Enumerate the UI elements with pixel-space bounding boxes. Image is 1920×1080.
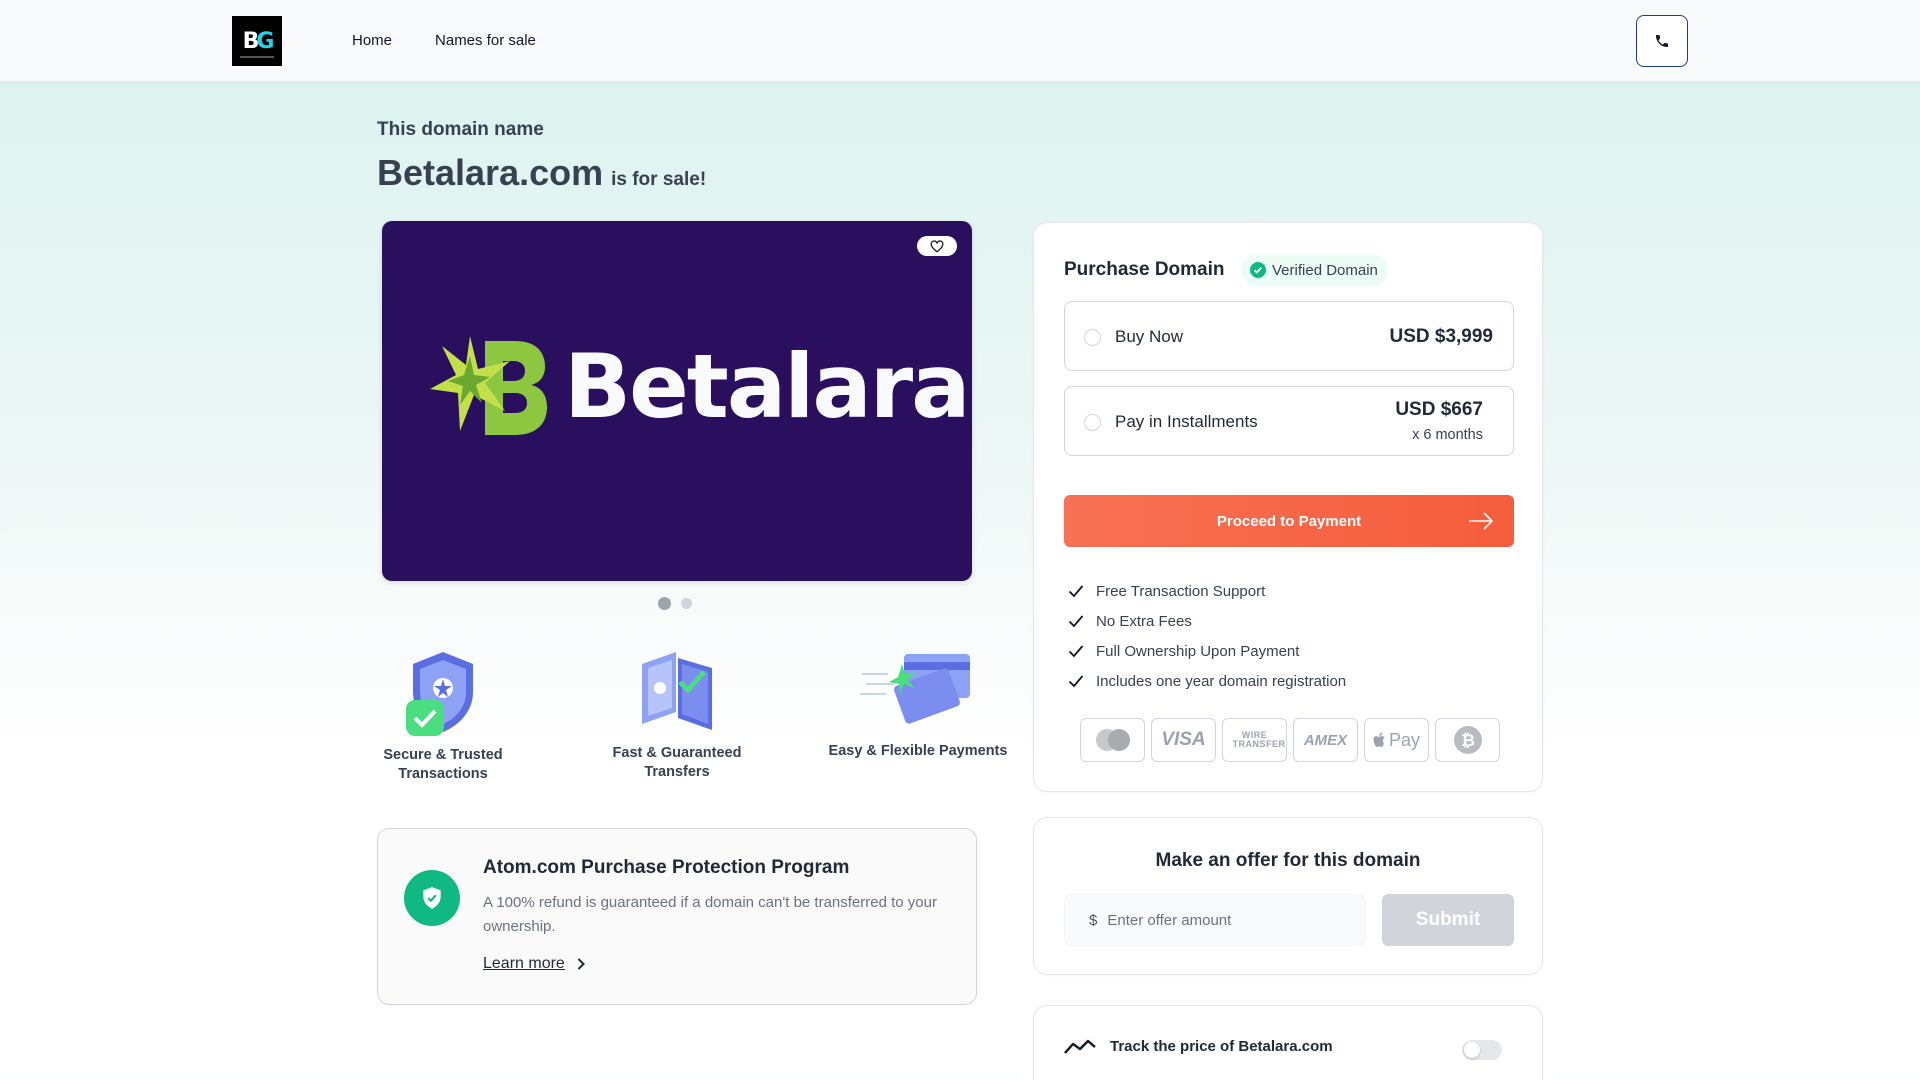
price-tracker-row: Track the price of Betalara.com: [1064, 1037, 1333, 1055]
benefit-label: No Extra Fees: [1096, 612, 1192, 630]
logo-underline: [240, 56, 274, 58]
toggle-knob: [1464, 1042, 1480, 1058]
buy-now-price: USD $3,999: [1389, 326, 1493, 347]
offer-title: Make an offer for this domain: [1155, 850, 1421, 871]
domain-name: Betalara.com: [377, 152, 604, 193]
offer-amount-input[interactable]: [1107, 911, 1348, 929]
domain-hero-image[interactable]: Betalara: [382, 221, 972, 581]
page-title: Betalara.com is for sale!: [377, 152, 706, 194]
option-buy-now[interactable]: Buy Now USD $3,999: [1064, 301, 1514, 371]
shield-icon: [406, 652, 473, 736]
installments-label: Pay in Installments: [1115, 412, 1258, 431]
option-installments[interactable]: Pay in Installments USD $667 x 6 months: [1064, 386, 1514, 456]
favorite-button[interactable]: [917, 236, 957, 256]
site-header: BG Home Names for sale: [0, 0, 1920, 82]
submit-offer-button[interactable]: Submit: [1382, 894, 1514, 946]
proceed-to-payment-button[interactable]: Proceed to Payment: [1064, 495, 1514, 547]
logo-mark: BG: [242, 28, 275, 54]
proceed-label: Proceed to Payment: [1216, 512, 1362, 530]
purchase-protection-card: Atom.com Purchase Protection Program A 1…: [377, 828, 977, 1005]
learn-more-label: Learn more: [483, 955, 565, 972]
check-icon: [1068, 645, 1084, 658]
apple-pay-icon: Pay: [1364, 718, 1429, 762]
phone-icon: [1656, 35, 1668, 47]
benefit-label: Full Ownership Upon Payment: [1096, 642, 1300, 660]
nav-home[interactable]: Home: [352, 32, 392, 49]
carousel-dots: [658, 597, 692, 610]
buy-now-radio[interactable]: [1084, 329, 1101, 346]
page-eyebrow: This domain name: [377, 119, 544, 140]
benefit-item: Full Ownership Upon Payment: [1068, 636, 1346, 666]
verified-check-icon: [1250, 262, 1266, 278]
offer-amount-field[interactable]: $: [1064, 894, 1366, 946]
feature-transfers: Fast & Guaranteed Transfers: [587, 646, 767, 782]
benefit-label: Includes one year domain registration: [1096, 672, 1347, 690]
installments-radio[interactable]: [1084, 414, 1101, 431]
mastercard-icon: [1080, 718, 1145, 762]
carousel-dot-1[interactable]: [658, 597, 671, 610]
carousel-dot-2[interactable]: [681, 598, 692, 609]
learn-more-link[interactable]: Learn more: [483, 955, 585, 973]
brand-logo: Betalara: [430, 331, 971, 441]
arrow-right-icon: [1469, 512, 1494, 530]
site-logo[interactable]: BG: [232, 16, 282, 66]
title-suffix: is for sale!: [611, 169, 707, 190]
benefit-item: Free Transaction Support: [1068, 576, 1346, 606]
purchase-title: Purchase Domain: [1064, 259, 1225, 280]
verified-label: Verified Domain: [1272, 261, 1378, 279]
check-icon: [1068, 585, 1084, 598]
trend-line-icon: [1064, 1039, 1096, 1054]
benefit-label: Free Transaction Support: [1096, 582, 1266, 600]
protection-shield-icon: [404, 870, 460, 926]
protection-title: Atom.com Purchase Protection Program: [483, 857, 850, 878]
feature-transfers-label: Fast & Guaranteed Transfers: [612, 745, 742, 780]
benefit-item: Includes one year domain registration: [1068, 666, 1346, 696]
price-tracker-card: Track the price of Betalara.com: [1033, 1005, 1543, 1080]
feature-payments-label: Easy & Flexible Payments: [828, 743, 1008, 759]
svg-text:₿: ₿: [1461, 731, 1475, 751]
check-icon: [1068, 615, 1084, 628]
nav-names-for-sale[interactable]: Names for sale: [435, 32, 536, 49]
wire-transfer-icon: WIRE TRANSFER: [1222, 718, 1287, 762]
price-tracker-toggle[interactable]: [1462, 1040, 1502, 1060]
buy-now-label: Buy Now: [1115, 327, 1184, 346]
installments-term: x 6 months: [1412, 427, 1483, 443]
verified-badge: Verified Domain: [1241, 254, 1388, 286]
feature-secure-label: Secure & Trusted Transactions: [383, 747, 503, 782]
heart-icon: [930, 239, 944, 253]
make-offer-card: Make an offer for this domain $ Submit: [1033, 817, 1543, 975]
transfer-icon: [642, 652, 712, 730]
feature-secure: Secure & Trusted Transactions: [353, 648, 533, 784]
main-nav: Home Names for sale: [352, 32, 536, 49]
purchase-card: Purchase Domain Verified Domain Buy Now …: [1033, 222, 1543, 792]
installments-price: USD $667: [1395, 399, 1483, 420]
check-icon: [1068, 675, 1084, 688]
feature-payments: Easy & Flexible Payments: [828, 644, 1008, 761]
phone-button[interactable]: [1636, 15, 1688, 67]
visa-icon: VISA: [1151, 718, 1216, 762]
payment-methods: VISA WIRE TRANSFER AMEX Pay ₿: [1080, 718, 1500, 762]
credit-card-icon: [860, 654, 970, 724]
bitcoin-icon: ₿: [1435, 718, 1500, 762]
benefits-list: Free Transaction Support No Extra Fees F…: [1068, 576, 1346, 696]
price-tracker-label: Track the price of Betalara.com: [1110, 1037, 1333, 1055]
amex-icon: AMEX: [1293, 718, 1358, 762]
brand-wordmark: Betalara: [564, 334, 971, 438]
chevron-right-icon: [577, 958, 585, 970]
protection-text: A 100% refund is guaranteed if a domain …: [483, 894, 937, 935]
currency-symbol: $: [1089, 911, 1098, 929]
star-b-icon: [430, 336, 547, 435]
benefit-item: No Extra Fees: [1068, 606, 1346, 636]
